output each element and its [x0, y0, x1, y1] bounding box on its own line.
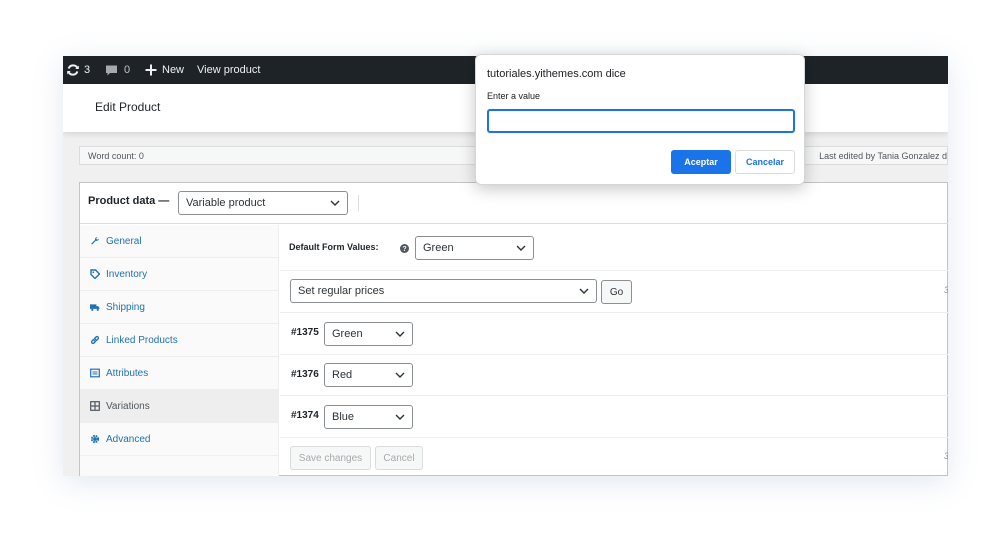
default-form-values-label: Default Form Values: — [289, 242, 379, 252]
variation-attribute-select[interactable]: Green — [324, 322, 413, 346]
word-count: Word count: 0 — [88, 151, 144, 161]
svg-text:?: ? — [402, 246, 406, 253]
cancel-button[interactable]: Cancelar — [735, 150, 795, 174]
tab-shipping[interactable]: Shipping — [80, 291, 279, 324]
product-data-tabs: General Inventory Shipping Linked Produc… — [80, 225, 279, 476]
dialog-title: tutoriales.yithemes.com dice — [487, 68, 626, 80]
bulk-action-value: Set regular prices — [298, 285, 385, 297]
refresh-icon — [67, 64, 79, 76]
variation-attribute-select[interactable]: Blue — [324, 405, 413, 429]
truck-icon — [90, 302, 100, 312]
variation-id: #1374 — [291, 410, 319, 421]
product-data-title: Product data — — [88, 195, 170, 207]
go-button[interactable]: Go — [601, 280, 632, 304]
link-icon — [90, 335, 100, 345]
default-form-values-row: Default Form Values: ? Green — [280, 225, 948, 271]
plus-icon — [145, 64, 157, 76]
tab-advanced[interactable]: Advanced — [80, 423, 279, 456]
chevron-down-icon — [579, 288, 589, 294]
dialog-message: Enter a value — [487, 91, 541, 101]
product-data-box: Product data — Variable product General … — [79, 182, 948, 476]
comments-count: 0 — [124, 64, 131, 76]
accept-button[interactable]: Aceptar — [671, 150, 731, 174]
product-data-header: Product data — Variable product — [80, 183, 948, 224]
chevron-down-icon — [330, 200, 340, 206]
grid-icon — [90, 401, 100, 411]
view-product-link[interactable]: View product — [197, 56, 260, 84]
product-type-value: Variable product — [186, 197, 266, 209]
variation-row: #1374 Blue — [280, 396, 948, 438]
tab-label: General — [106, 235, 142, 247]
tab-attributes[interactable]: Attributes — [80, 357, 279, 390]
product-type-select[interactable]: Variable product — [178, 191, 348, 215]
tab-label: Shipping — [106, 301, 145, 313]
tab-label: Attributes — [106, 367, 149, 379]
variation-id: #1376 — [291, 369, 319, 380]
tab-general[interactable]: General — [80, 225, 279, 258]
comment-icon — [106, 65, 117, 75]
tab-label: Variations — [106, 400, 150, 412]
tab-inventory[interactable]: Inventory — [80, 258, 279, 291]
page-title: Edit Product — [95, 100, 161, 114]
chevron-down-icon — [516, 245, 526, 251]
save-changes-button[interactable]: Save changes — [290, 446, 371, 470]
variation-count: 3 — [944, 285, 948, 295]
variation-row: #1376 Red — [280, 355, 948, 396]
variation-attribute-value: Red — [332, 369, 353, 381]
chevron-down-icon — [395, 331, 405, 337]
variation-attribute-select[interactable]: Red — [324, 363, 413, 387]
default-attribute-select[interactable]: Green — [415, 236, 534, 260]
bulk-action-select[interactable]: Set regular prices — [290, 279, 597, 303]
divider — [358, 195, 359, 211]
chevron-down-icon — [395, 372, 405, 378]
variation-id: #1375 — [291, 327, 319, 338]
bulk-actions-row: Set regular prices Go 3 — [280, 271, 948, 313]
tab-label: Advanced — [106, 433, 151, 445]
wrench-icon — [90, 236, 100, 246]
tab-label: Inventory — [106, 268, 148, 280]
new-content-link[interactable]: New — [145, 56, 184, 84]
chevron-down-icon — [395, 414, 405, 420]
gear-icon — [90, 434, 100, 444]
updates-link[interactable]: 3 — [66, 56, 90, 84]
variation-count-bottom: 3 — [944, 451, 948, 461]
variations-panel: Default Form Values: ? Green Set regular… — [280, 225, 948, 476]
help-icon[interactable]: ? — [400, 244, 409, 253]
variation-attribute-value: Blue — [332, 411, 355, 423]
variation-attribute-value: Green — [332, 328, 363, 340]
last-edited: Last edited by Tania Gonzalez d — [819, 151, 947, 161]
prompt-dialog: tutoriales.yithemes.com dice Enter a val… — [475, 54, 805, 185]
variation-row: #1375 Green — [280, 313, 948, 355]
default-attribute-value: Green — [423, 242, 454, 254]
comments-link[interactable]: 0 — [105, 56, 130, 84]
tab-label: Linked Products — [106, 334, 178, 346]
prompt-input[interactable] — [487, 109, 795, 133]
tab-variations[interactable]: Variations — [80, 390, 279, 423]
tab-linked-products[interactable]: Linked Products — [80, 324, 279, 357]
updates-count: 3 — [84, 64, 91, 76]
list-icon — [90, 368, 100, 378]
tag-icon — [90, 269, 100, 279]
new-label: New — [162, 64, 185, 76]
cancel-changes-button[interactable]: Cancel — [375, 446, 423, 470]
